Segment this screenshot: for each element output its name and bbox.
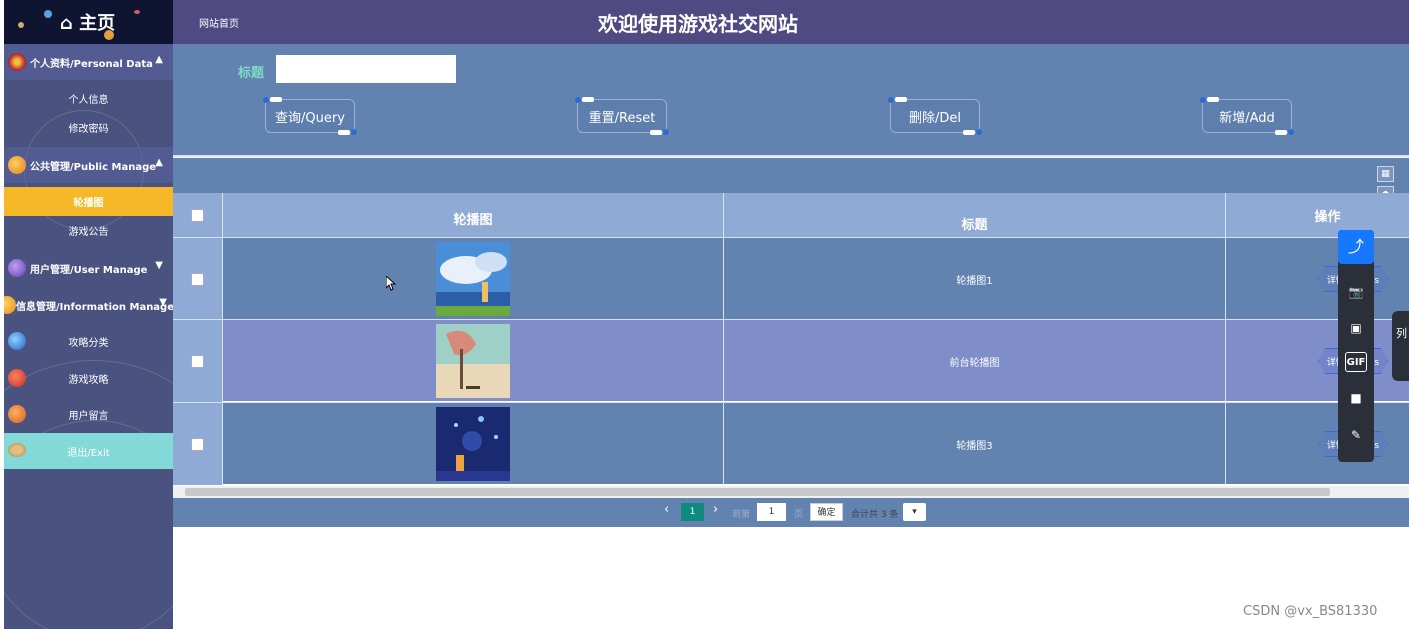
- total-count: 合计共 3 条: [851, 510, 899, 520]
- video-icon[interactable]: ■: [1345, 388, 1367, 408]
- screenshot-toolbar: ⤴ 📷 ▣ GIF ■ ✎: [1338, 230, 1374, 462]
- planet-orange-icon: [8, 156, 26, 174]
- reset-button[interactable]: 重置/Reset: [575, 97, 669, 135]
- atom-icon: [8, 53, 26, 71]
- chevron-up-icon: ▲: [155, 54, 163, 65]
- column-header-carousel: 轮播图: [223, 193, 724, 237]
- row-title: 轮播图3: [724, 403, 1226, 485]
- horizontal-scrollbar[interactable]: [173, 486, 1409, 498]
- side-tab[interactable]: 列: [1392, 311, 1409, 381]
- title-search-input[interactable]: [276, 55, 456, 83]
- table-row: 轮播图3 详情/Details: [173, 402, 1409, 485]
- planet-yellow-icon: [4, 296, 16, 314]
- menu-item-change-password[interactable]: 修改密码: [4, 113, 173, 142]
- table-toolbar: ▦: [173, 158, 1409, 193]
- menu-exit[interactable]: 退出/Exit: [4, 433, 173, 469]
- column-header-title: 标题: [724, 193, 1226, 237]
- search-label: 标题: [238, 66, 265, 81]
- row-checkbox[interactable]: [191, 272, 204, 286]
- page-number-active[interactable]: 1: [681, 503, 704, 521]
- chevron-down-icon: ▼: [155, 260, 163, 271]
- menu-personal-data[interactable]: 个人资料/Personal Data ▲: [4, 44, 173, 80]
- mars-icon: [8, 369, 26, 387]
- goto-page-input[interactable]: 1: [757, 503, 786, 521]
- menu-item-carousel[interactable]: 轮播图: [4, 187, 173, 216]
- table-header: 轮播图 标题 操作: [173, 193, 1409, 237]
- share-icon[interactable]: ⤴: [1338, 230, 1374, 264]
- chevron-up-icon: ▲: [155, 157, 163, 168]
- carousel-thumbnail[interactable]: [436, 242, 510, 316]
- menu-item-personal-info[interactable]: 个人信息: [4, 84, 173, 113]
- earth-icon: [8, 332, 26, 350]
- menu-user-manage[interactable]: 用户管理/User Manage ▼: [4, 250, 173, 286]
- planet-purple-icon: [8, 259, 26, 277]
- gif-icon[interactable]: GIF: [1345, 352, 1367, 372]
- menu-item-user-messages[interactable]: 用户留言: [4, 396, 173, 432]
- jupiter-icon: [8, 405, 26, 423]
- carousel-thumbnail[interactable]: [436, 324, 510, 398]
- row-checkbox[interactable]: [191, 437, 204, 451]
- watermark: CSDN @vx_BS81330: [1243, 604, 1378, 619]
- next-page-icon[interactable]: ›: [713, 502, 718, 517]
- chevron-down-icon: ▼: [159, 297, 167, 308]
- row-title: 轮播图1: [724, 238, 1226, 320]
- select-all-cell: [173, 193, 223, 237]
- menu-item-game-strategy[interactable]: 游戏攻略: [4, 360, 173, 396]
- scrollbar-thumb[interactable]: [185, 488, 1330, 496]
- query-button[interactable]: 查询/Query: [263, 97, 357, 135]
- table-row: 轮播图1 详情/Details: [173, 237, 1409, 320]
- delete-button[interactable]: 删除/Del: [888, 97, 982, 135]
- page-size-select[interactable]: ▾: [903, 503, 926, 521]
- page-title: 欢迎使用游戏社交网站: [598, 12, 798, 36]
- menu-item-game-notice[interactable]: 游戏公告: [4, 216, 173, 245]
- add-button[interactable]: 新增/Add: [1200, 97, 1294, 135]
- prev-page-icon[interactable]: ‹: [664, 502, 669, 517]
- row-title: 前台轮播图: [724, 320, 1226, 402]
- search-panel: 标题 查询/Query 重置/Reset 删除/Del 新增/Add: [173, 44, 1409, 157]
- saturn-icon: [8, 443, 26, 457]
- table-row: 前台轮播图 详情/Details: [173, 319, 1409, 402]
- goto-suffix: 页: [794, 510, 804, 520]
- camera-icon[interactable]: 📷: [1345, 282, 1367, 302]
- gallery-icon[interactable]: ▣: [1345, 318, 1367, 338]
- goto-confirm-button[interactable]: 确定: [810, 503, 843, 521]
- menu-public-manage[interactable]: 公共管理/Public Manage ▲: [4, 147, 173, 183]
- menu-item-strategy-category[interactable]: 攻略分类: [4, 323, 173, 359]
- goto-prefix: 到第: [732, 510, 751, 520]
- grid-view-icon[interactable]: ▦: [1377, 166, 1394, 182]
- row-checkbox[interactable]: [191, 354, 204, 368]
- carousel-thumbnail[interactable]: [436, 407, 510, 481]
- select-all-checkbox[interactable]: [191, 208, 204, 222]
- menu-information-manage[interactable]: 信息管理/Information Manage ▼: [4, 287, 173, 323]
- column-header-actions: 操作: [1314, 209, 1341, 225]
- mouse-cursor-icon: [386, 276, 396, 291]
- pen-icon[interactable]: ✎: [1345, 425, 1367, 445]
- pagination: ‹ 1 › 到第 1 页 确定 合计共 3 条 ▾: [173, 498, 1409, 527]
- sidebar: ⌂ 主页 个人资料/Personal Data ▲ 个人信息 修改密码 公共管理…: [4, 0, 173, 629]
